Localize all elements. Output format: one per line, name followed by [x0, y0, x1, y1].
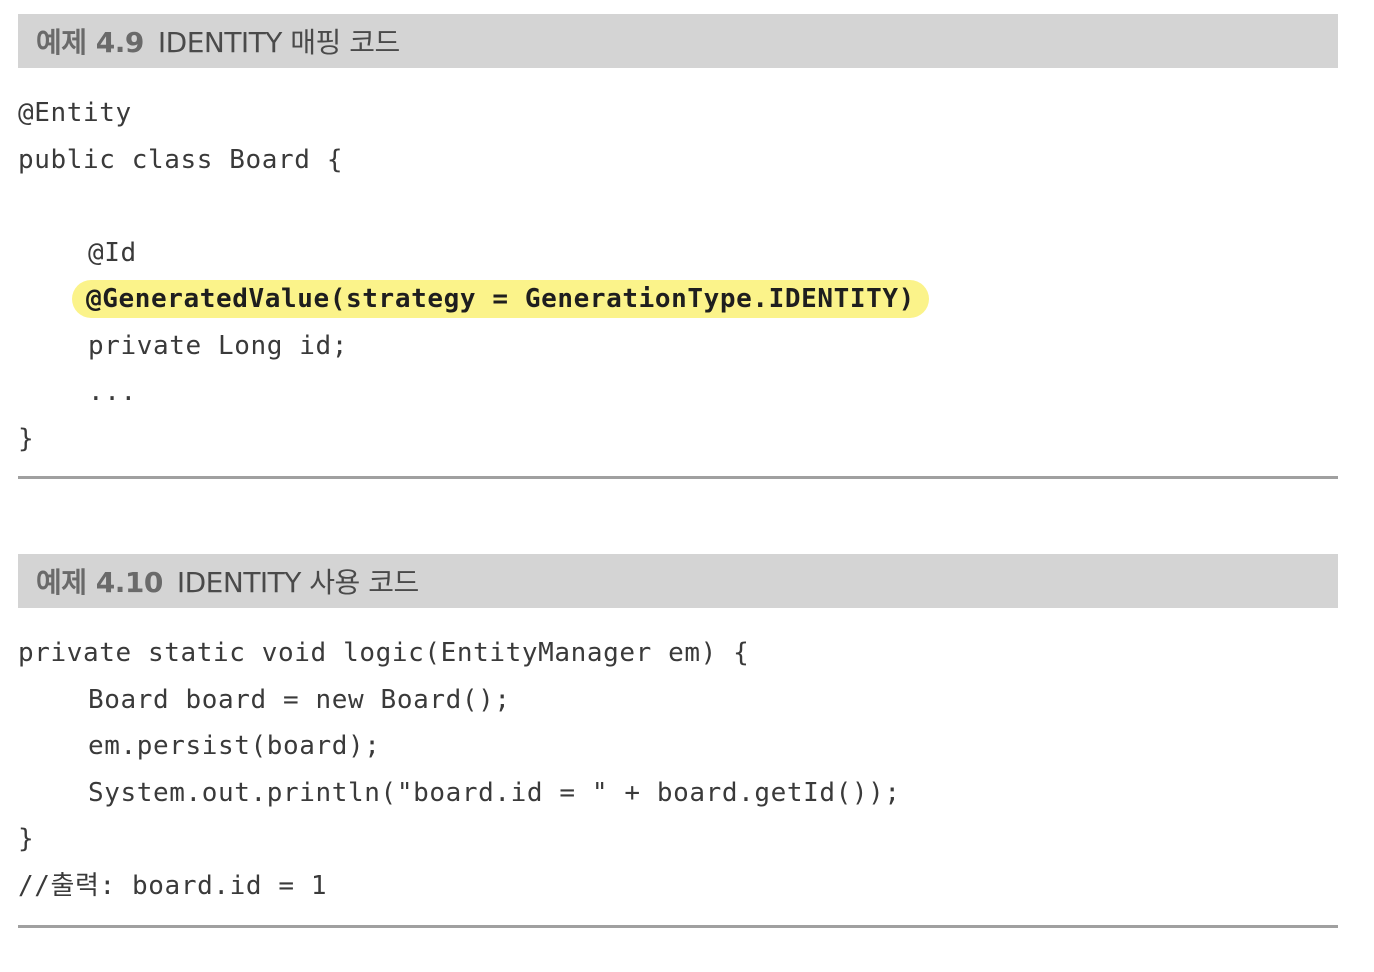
code-line: System.out.println("board.id = " + board…: [88, 777, 901, 808]
code-line: public class Board {: [18, 144, 344, 175]
example-4-9: 예제 4.9 IDENTITY 매핑 코드 @Entity public cla…: [18, 14, 1338, 479]
code-line: private static void logic(EntityManager …: [18, 638, 750, 668]
divider: [18, 476, 1338, 479]
code-line: em.persist(board);: [88, 731, 381, 761]
code-line: }: [18, 824, 35, 854]
example-number: 예제 4.10: [36, 566, 163, 599]
example-caption-bar: 예제 4.9 IDENTITY 매핑 코드: [18, 14, 1338, 68]
code-line: Board board = new Board();: [88, 684, 511, 715]
code-line: @Entity: [18, 98, 132, 128]
example-caption-bar: 예제 4.10 IDENTITY 사용 코드: [18, 554, 1338, 608]
code-block: private static void logic(EntityManager …: [18, 608, 1338, 909]
code-line: private Long id;: [88, 330, 349, 361]
code-line: ...: [88, 377, 137, 407]
example-title: IDENTITY 사용 코드: [176, 566, 419, 599]
divider: [18, 925, 1338, 928]
example-number: 예제 4.9: [36, 26, 144, 59]
code-line-comment: //출력: board.id = 1: [18, 870, 328, 901]
code-block: @Entity public class Board { @Id @Genera…: [18, 68, 1338, 462]
highlighted-code: @GeneratedValue(strategy = GenerationTyp…: [72, 280, 929, 318]
example-4-10: 예제 4.10 IDENTITY 사용 코드 private static vo…: [18, 554, 1338, 928]
code-line: }: [18, 423, 35, 454]
code-line-highlighted: @GeneratedValue(strategy = GenerationTyp…: [18, 276, 1338, 323]
code-line: @Id: [88, 237, 137, 268]
example-title: IDENTITY 매핑 코드: [157, 26, 400, 59]
